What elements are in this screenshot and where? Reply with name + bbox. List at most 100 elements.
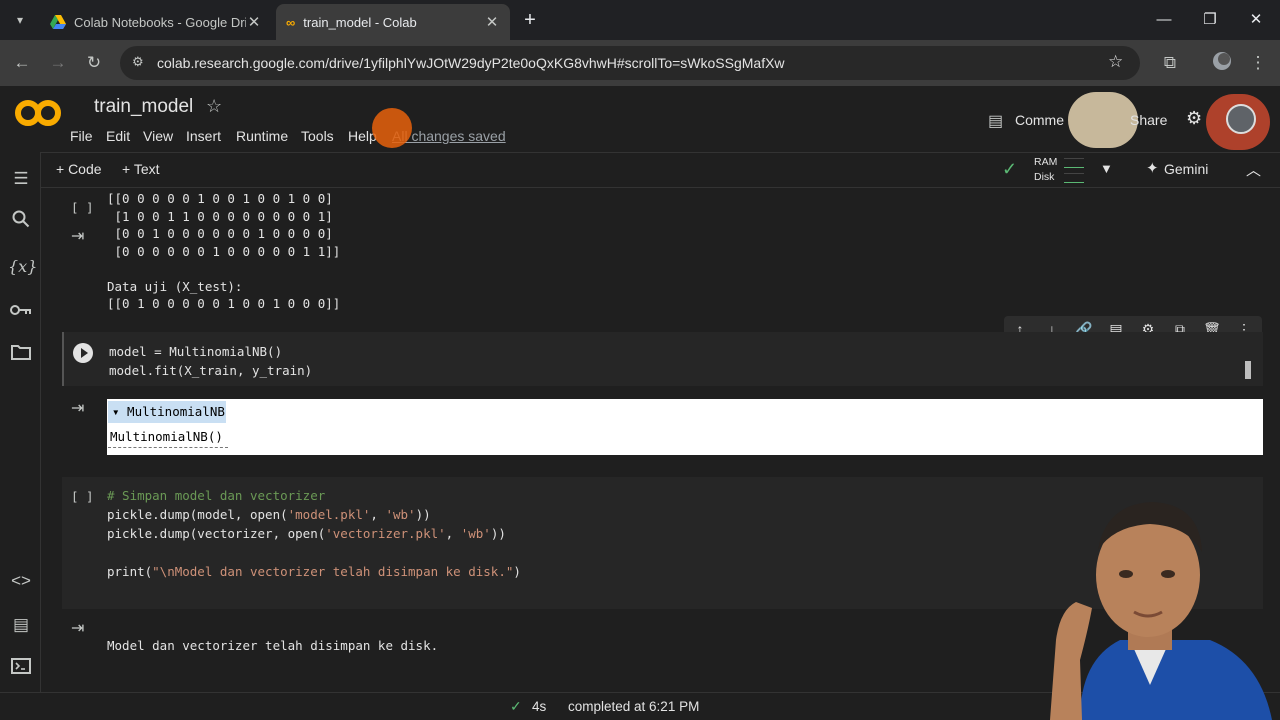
code-token: pickle.dump(model, open( [107,507,288,522]
colab-logo-icon: ∞ [286,14,296,30]
connected-check-icon: ✓ [1002,159,1018,179]
notebook-toolbar: + Code + Text ✓ RAM Disk ▼ ✦ Gemini ︿ [40,152,1280,188]
comment-button[interactable]: Comme [1015,112,1064,128]
settings-gear-icon[interactable]: ⚙ [1186,108,1202,129]
collapse-header-icon[interactable]: ︿ [1246,159,1261,180]
estimator-repr: MultinomialNB() [108,426,228,448]
tab-search-chevron-icon[interactable]: ▾ [8,8,32,32]
star-notebook-icon[interactable]: ☆ [206,96,222,117]
browser-toolbar: ← → ↻ ⚙ colab.research.google.com/drive/… [0,40,1280,86]
code-token: model.fit [109,363,177,378]
terminal-icon[interactable] [8,656,34,682]
command-palette-icon[interactable]: ▤ [8,612,34,638]
code-token: pickle.dump(vectorizer, open( [107,526,326,541]
output-toggle-icon[interactable]: ⇥ [71,618,84,638]
close-tab-icon[interactable]: ✕ [246,13,262,31]
output-toggle-icon[interactable]: ⇥ [71,226,84,246]
close-tab-icon[interactable]: ✕ [484,13,500,31]
back-icon[interactable]: ← [10,51,34,75]
code-token: (X_train, y_train) [176,363,313,378]
extensions-icon[interactable]: ⧉ [1158,51,1182,75]
cat-sticker [1068,92,1138,148]
code-token: , [370,507,386,522]
code-line: model = MultinomialNB() [109,344,283,359]
ram-bar [1064,158,1084,168]
left-sidebar: ☰ {x} <> ▤ [0,152,41,692]
menu-file[interactable]: File [70,128,93,144]
play-icon [81,348,88,358]
presenter-video-image [1050,502,1272,720]
disk-bar [1064,173,1084,183]
profile-avatar[interactable] [1210,51,1234,75]
run-cell-button[interactable] [73,343,93,363]
code-token: print( [107,564,153,579]
code-string: 'vectorizer.pkl' [325,526,446,541]
code-string: 'model.pkl' [287,507,371,522]
gemini-spark-icon: ✦ [1146,160,1159,177]
url-text: colab.research.google.com/drive/1yfilphl… [157,55,785,71]
scrollbar-thumb[interactable] [1245,361,1251,379]
tab-title: Colab Notebooks - Google Driv [74,14,246,30]
ram-label: RAM [1034,156,1058,168]
browser-menu-icon[interactable]: ⋮ [1246,51,1270,75]
code-line: pickle.dump(model, open('model.pkl', 'wb… [107,505,431,524]
browser-tab-strip: ▾ Colab Notebooks - Google Driv ✕ ∞ trai… [0,0,1280,40]
menu-view[interactable]: View [143,128,173,144]
code-line: print("\nModel dan vectorizer telah disi… [107,562,521,581]
completed-check-icon: ✓ [510,698,522,714]
notebook-title[interactable]: train_model [94,96,193,118]
code-cell-active[interactable]: model = MultinomialNB() model.fit(X_trai… [62,332,1263,386]
estimator-header[interactable]: ▾ MultinomialNB [108,401,226,423]
comment-icon[interactable]: ▤ [988,111,1003,131]
menu-insert[interactable]: Insert [186,128,221,144]
cell-run-bracket[interactable]: [ ] [71,200,94,215]
share-button[interactable]: Share [1130,112,1167,128]
code-string: "\nModel dan vectorizer telah disimpan k… [152,564,514,579]
tab-colab-notebooks[interactable]: Colab Notebooks - Google Driv ✕ [40,4,272,40]
crab-sticker [372,108,412,148]
new-tab-icon[interactable]: + [518,8,542,32]
address-bar[interactable]: ⚙ colab.research.google.com/drive/1yfilp… [120,46,1140,80]
tab-train-model[interactable]: ∞ train_model - Colab ✕ [276,4,510,40]
restore-icon[interactable]: ❐ [1198,8,1222,32]
variables-icon[interactable]: {x} [8,254,37,280]
user-avatar[interactable] [1226,104,1256,134]
estimator-output-panel: ▾ MultinomialNB MultinomialNB() [107,399,1263,455]
output-toggle-icon[interactable]: ⇥ [71,398,84,418]
menu-edit[interactable]: Edit [106,128,130,144]
search-icon[interactable] [8,210,34,236]
code-token: , [445,526,461,541]
resource-monitor[interactable]: RAM Disk [1034,155,1104,185]
google-drive-icon [50,15,66,29]
code-string: 'wb' [385,507,416,522]
tab-title: train_model - Colab [303,14,417,30]
code-line: pickle.dump(vectorizer, open('vectorizer… [107,524,506,543]
table-of-contents-icon[interactable]: ☰ [8,166,34,192]
colab-logo-icon [15,100,61,126]
execution-status[interactable]: completed at 6:21 PM [568,699,699,714]
cell-output-text: [[0 0 0 0 0 1 0 0 1 0 0 1 0 0] [1 0 0 1 … [107,191,341,311]
secrets-key-icon[interactable] [8,298,34,324]
code-string: 'wb' [460,526,491,541]
code-comment: # Simpan model dan vectorizer [107,488,326,503]
forward-icon[interactable]: → [46,51,70,75]
add-code-button[interactable]: + Code [56,161,102,177]
reload-icon[interactable]: ↻ [82,51,106,75]
menu-tools[interactable]: Tools [301,128,334,144]
add-text-button[interactable]: + Text [122,161,160,177]
code-token: )) [490,526,506,541]
cell-output-text: Model dan vectorizer telah disimpan ke d… [107,638,439,653]
menu-runtime[interactable]: Runtime [236,128,288,144]
minimize-icon[interactable]: — [1152,8,1176,32]
code-line: model.fit(X_train, y_train) [109,361,312,380]
code-snippets-icon[interactable]: <> [8,568,34,594]
site-info-icon[interactable]: ⚙ [132,54,144,70]
gemini-button[interactable]: Gemini [1164,161,1208,177]
disk-label: Disk [1034,171,1055,183]
close-window-icon[interactable]: ✕ [1244,8,1268,32]
cell-run-bracket[interactable]: [ ] [71,489,94,504]
bookmark-star-icon[interactable]: ☆ [1108,52,1123,72]
webcam-overlay [1010,490,1280,720]
files-folder-icon[interactable] [8,342,34,368]
runtime-dropdown-icon[interactable]: ▼ [1100,161,1113,176]
